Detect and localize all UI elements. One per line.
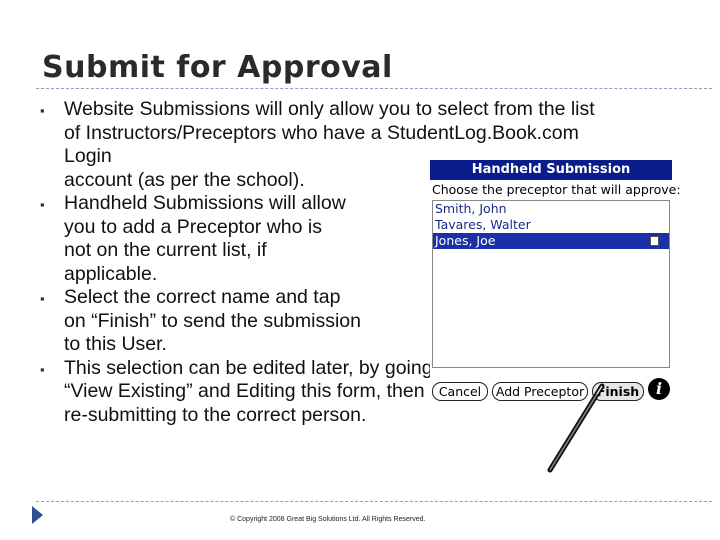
square-bullet-icon: ▪ (40, 291, 45, 306)
stylus-icon (547, 383, 605, 473)
preceptor-option[interactable]: Smith, John (433, 201, 669, 217)
square-bullet-icon: ▪ (40, 361, 45, 377)
bullet-line: of Instructors/Preceptors who have a Stu… (64, 121, 579, 144)
square-bullet-icon: ▪ (40, 103, 45, 118)
footer-divider (36, 501, 712, 502)
preceptor-option-selected[interactable]: Jones, Joe (433, 233, 669, 249)
next-arrow-icon[interactable] (32, 506, 43, 524)
square-bullet-icon: ▪ (40, 197, 45, 212)
info-icon[interactable]: i (648, 378, 670, 400)
title-divider (36, 88, 712, 89)
copyright-footer: © Copyright 2008 Great Big Solutions Ltd… (230, 516, 426, 523)
preceptor-option[interactable]: Tavares, Walter (433, 217, 669, 233)
handheld-submission-screen: Handheld Submission Choose the preceptor… (430, 160, 681, 406)
note-icon (650, 236, 659, 246)
handheld-header: Handheld Submission (430, 160, 672, 180)
preceptor-option-label: Jones, Joe (435, 233, 496, 248)
preceptor-list[interactable]: Smith, John Tavares, Walter Jones, Joe (432, 200, 670, 368)
bullet-line: Website Submissions will only allow you … (64, 98, 595, 120)
slide-title: Submit for Approval (42, 50, 393, 85)
preceptor-prompt: Choose the preceptor that will approve: (432, 182, 681, 197)
cancel-button[interactable]: Cancel (432, 382, 488, 401)
